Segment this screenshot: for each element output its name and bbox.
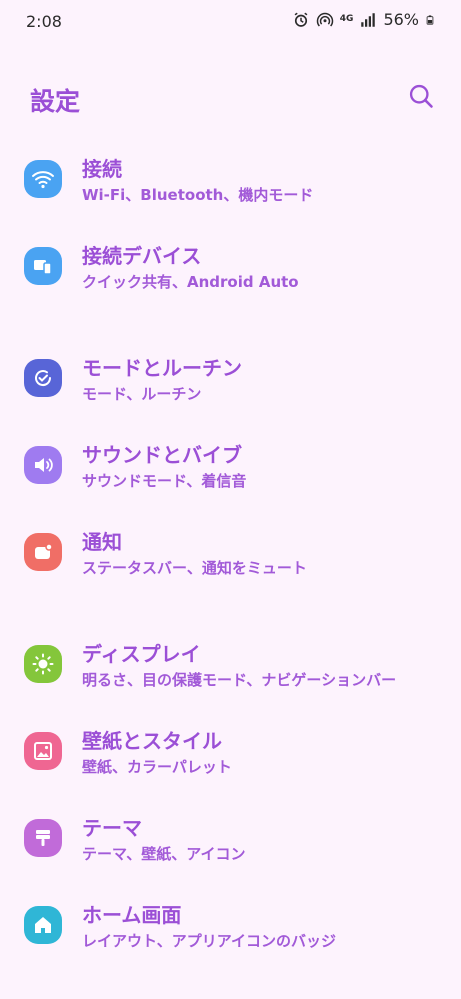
group-gap (0, 602, 461, 627)
signal-icon (361, 12, 376, 27)
wallpaper-icon-tile (24, 732, 62, 770)
setting-title: テーマ (82, 816, 142, 840)
setting-title: モードとルーチン (82, 356, 242, 380)
home-icon (35, 917, 51, 933)
setting-item-themes[interactable]: テーマ テーマ、壁紙、アイコン (0, 801, 461, 888)
battery-percent: 56% (383, 10, 419, 29)
notification-icon (35, 543, 53, 559)
page-title: 設定 (30, 87, 81, 116)
modes-icon-tile (24, 359, 62, 397)
setting-title: 通知 (82, 530, 122, 554)
status-time: 2:08 (26, 12, 62, 31)
setting-item-connections[interactable]: 接続 Wi-Fi、Bluetooth、機内モード (0, 142, 461, 229)
setting-title: 壁紙とスタイル (82, 729, 222, 753)
themes-icon-tile (24, 819, 62, 857)
group-gap (0, 316, 461, 341)
sound-icon-tile (24, 446, 62, 484)
setting-item-sound-vibration[interactable]: サウンドとバイブ サウンドモード、着信音 (0, 428, 461, 515)
hotspot-icon (316, 12, 333, 26)
setting-title: ホーム画面 (82, 903, 182, 927)
setting-subtitle: 明るさ、目の保護モード、ナビゲーションバー (82, 671, 397, 689)
search-icon[interactable] (407, 82, 435, 110)
wifi-icon (32, 171, 54, 189)
setting-subtitle: サウンドモード、着信音 (82, 472, 247, 490)
network-type: 4G (339, 14, 354, 24)
connections-icon-tile (24, 160, 62, 198)
settings-list: 接続 Wi-Fi、Bluetooth、機内モード 接続デバイス クイック共有、A… (0, 142, 461, 975)
status-bar: 2:08 4G 56% (0, 0, 461, 44)
setting-item-wallpaper-style[interactable]: 壁紙とスタイル 壁紙、カラーパレット (0, 714, 461, 801)
setting-title: ディスプレイ (82, 642, 201, 666)
setting-item-home-screen[interactable]: ホーム画面 レイアウト、アプリアイコンのバッジ (0, 888, 461, 975)
setting-title: 接続 (82, 157, 122, 181)
setting-title: サウンドとバイブ (82, 443, 242, 467)
status-icons: 4G 56% (292, 10, 435, 29)
setting-subtitle: Wi-Fi、Bluetooth、機内モード (82, 186, 314, 204)
connected-devices-icon-tile (24, 247, 62, 285)
display-icon-tile (24, 645, 62, 683)
setting-subtitle: クイック共有、Android Auto (82, 273, 299, 291)
setting-title: 接続デバイス (82, 244, 202, 268)
setting-subtitle: テーマ、壁紙、アイコン (82, 845, 246, 863)
home-screen-icon-tile (24, 906, 62, 944)
devices-icon (34, 260, 52, 275)
modes-check-icon (35, 370, 52, 387)
setting-item-display[interactable]: ディスプレイ 明るさ、目の保護モード、ナビゲーションバー (0, 627, 461, 714)
battery-icon (426, 14, 434, 25)
brush-icon (36, 830, 50, 846)
setting-item-modes-routines[interactable]: モードとルーチン モード、ルーチン (0, 341, 461, 428)
setting-subtitle: ステータスバー、通知をミュート (82, 559, 307, 577)
settings-header: 設定 (30, 78, 435, 118)
image-icon (34, 742, 52, 760)
sun-icon (32, 653, 54, 675)
notifications-icon-tile (24, 533, 62, 571)
setting-item-notifications[interactable]: 通知 ステータスバー、通知をミュート (0, 515, 461, 602)
setting-subtitle: レイアウト、アプリアイコンのバッジ (82, 932, 336, 950)
alarm-icon (294, 12, 308, 27)
speaker-icon (35, 458, 53, 472)
setting-item-connected-devices[interactable]: 接続デバイス クイック共有、Android Auto (0, 229, 461, 316)
setting-subtitle: モード、ルーチン (82, 385, 202, 403)
setting-subtitle: 壁紙、カラーパレット (82, 758, 232, 776)
